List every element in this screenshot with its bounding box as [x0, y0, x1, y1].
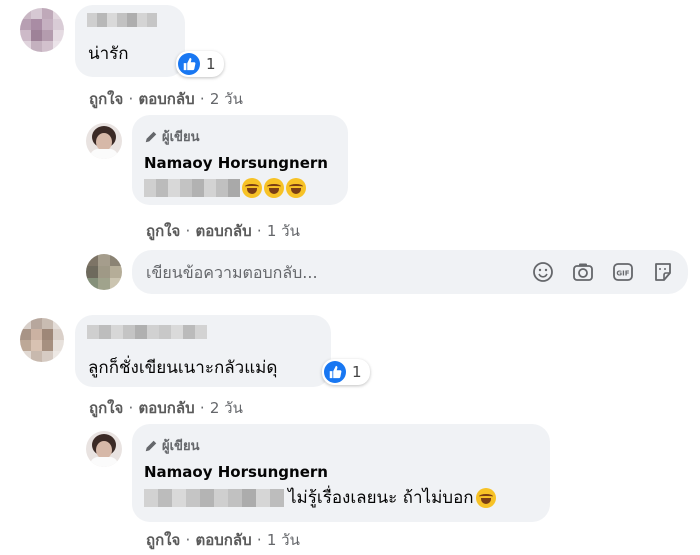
- separator-dot: ·: [256, 531, 262, 549]
- separator-dot: ·: [185, 531, 191, 549]
- reply-bubble: ผู้เขียน Namaoy Horsungnern: [132, 115, 348, 205]
- like-button[interactable]: ถูกใจ: [89, 90, 123, 108]
- reply-time[interactable]: 1 วัน: [267, 222, 300, 240]
- reply-actions: ถูกใจ · ตอบกลับ · 1 วัน: [146, 219, 300, 243]
- svg-text:GIF: GIF: [616, 270, 629, 278]
- author-badge: ผู้เขียน: [144, 435, 199, 456]
- laughing-emoji-icon: [475, 488, 496, 508]
- reply-content: [144, 178, 306, 198]
- like-button[interactable]: ถูกใจ: [146, 222, 180, 240]
- comment-bubble: น่ารัก: [75, 5, 185, 77]
- blurred-text: [144, 179, 240, 197]
- laughing-emoji-icon: [264, 178, 284, 198]
- reply-content: ไม่รู้เรื่องเลยนะ ถ้าไม่บอก: [144, 487, 496, 509]
- reply-button[interactable]: ตอบกลับ: [139, 90, 195, 108]
- reply-author-name[interactable]: Namaoy Horsungnern: [144, 463, 328, 481]
- reply-input[interactable]: เขียนข้อความตอบกลับ... GIF: [132, 250, 688, 294]
- comment-time[interactable]: 2 วัน: [210, 90, 243, 108]
- separator-dot: ·: [199, 399, 205, 417]
- separator-dot: ·: [199, 90, 205, 108]
- like-button[interactable]: ถูกใจ: [89, 399, 123, 417]
- reply-time[interactable]: 1 วัน: [267, 531, 300, 549]
- separator-dot: ·: [185, 222, 191, 240]
- sticker-icon[interactable]: [652, 261, 674, 283]
- reply-button[interactable]: ตอบกลับ: [196, 531, 252, 549]
- like-icon: [324, 361, 346, 383]
- comment-bubble: ลูกก็ชั่งเขียนเนาะกลัวแม่ดุ: [75, 315, 331, 387]
- like-button[interactable]: ถูกใจ: [146, 531, 180, 549]
- separator-dot: ·: [128, 90, 134, 108]
- emoji-icon[interactable]: [532, 261, 554, 283]
- comment-actions: ถูกใจ · ตอบกลับ · 2 วัน: [89, 396, 243, 420]
- reply-author-name[interactable]: Namaoy Horsungnern: [144, 154, 328, 172]
- blurred-name: [87, 325, 207, 339]
- like-count: 1: [206, 55, 216, 73]
- comment-time[interactable]: 2 วัน: [210, 399, 243, 417]
- separator-dot: ·: [256, 222, 262, 240]
- commenter-avatar[interactable]: [20, 318, 64, 362]
- author-badge: ผู้เขียน: [144, 126, 199, 147]
- author-avatar[interactable]: [86, 123, 122, 159]
- gif-icon[interactable]: GIF: [612, 261, 634, 283]
- camera-icon[interactable]: [572, 261, 594, 283]
- pencil-icon: [145, 131, 157, 142]
- like-icon: [178, 53, 200, 75]
- comment-text: น่ารัก: [88, 44, 129, 64]
- reply-bubble: ผู้เขียน Namaoy Horsungnern ไม่รู้เรื่อง…: [132, 424, 550, 522]
- reply-button[interactable]: ตอบกลับ: [196, 222, 252, 240]
- reaction-count[interactable]: 1: [322, 359, 370, 385]
- blurred-name: [87, 13, 157, 27]
- comment-actions: ถูกใจ · ตอบกลับ · 2 วัน: [89, 87, 243, 111]
- reply-text: ไม่รู้เรื่องเลยนะ ถ้าไม่บอก: [288, 488, 474, 508]
- reply-button[interactable]: ตอบกลับ: [139, 399, 195, 417]
- reply-placeholder[interactable]: เขียนข้อความตอบกลับ...: [146, 261, 318, 286]
- comment-text: ลูกก็ชั่งเขียนเนาะกลัวแม่ดุ: [88, 358, 278, 378]
- blurred-text: [144, 489, 284, 507]
- laughing-emoji-icon: [286, 178, 306, 198]
- reply-actions: ถูกใจ · ตอบกลับ · 1 วัน: [146, 528, 300, 552]
- current-user-avatar: [86, 254, 122, 290]
- pencil-icon: [145, 440, 157, 451]
- like-count: 1: [352, 363, 362, 381]
- reaction-count[interactable]: 1: [176, 51, 224, 77]
- separator-dot: ·: [128, 399, 134, 417]
- author-avatar[interactable]: [86, 431, 122, 467]
- laughing-emoji-icon: [242, 178, 262, 198]
- commenter-avatar[interactable]: [20, 8, 64, 52]
